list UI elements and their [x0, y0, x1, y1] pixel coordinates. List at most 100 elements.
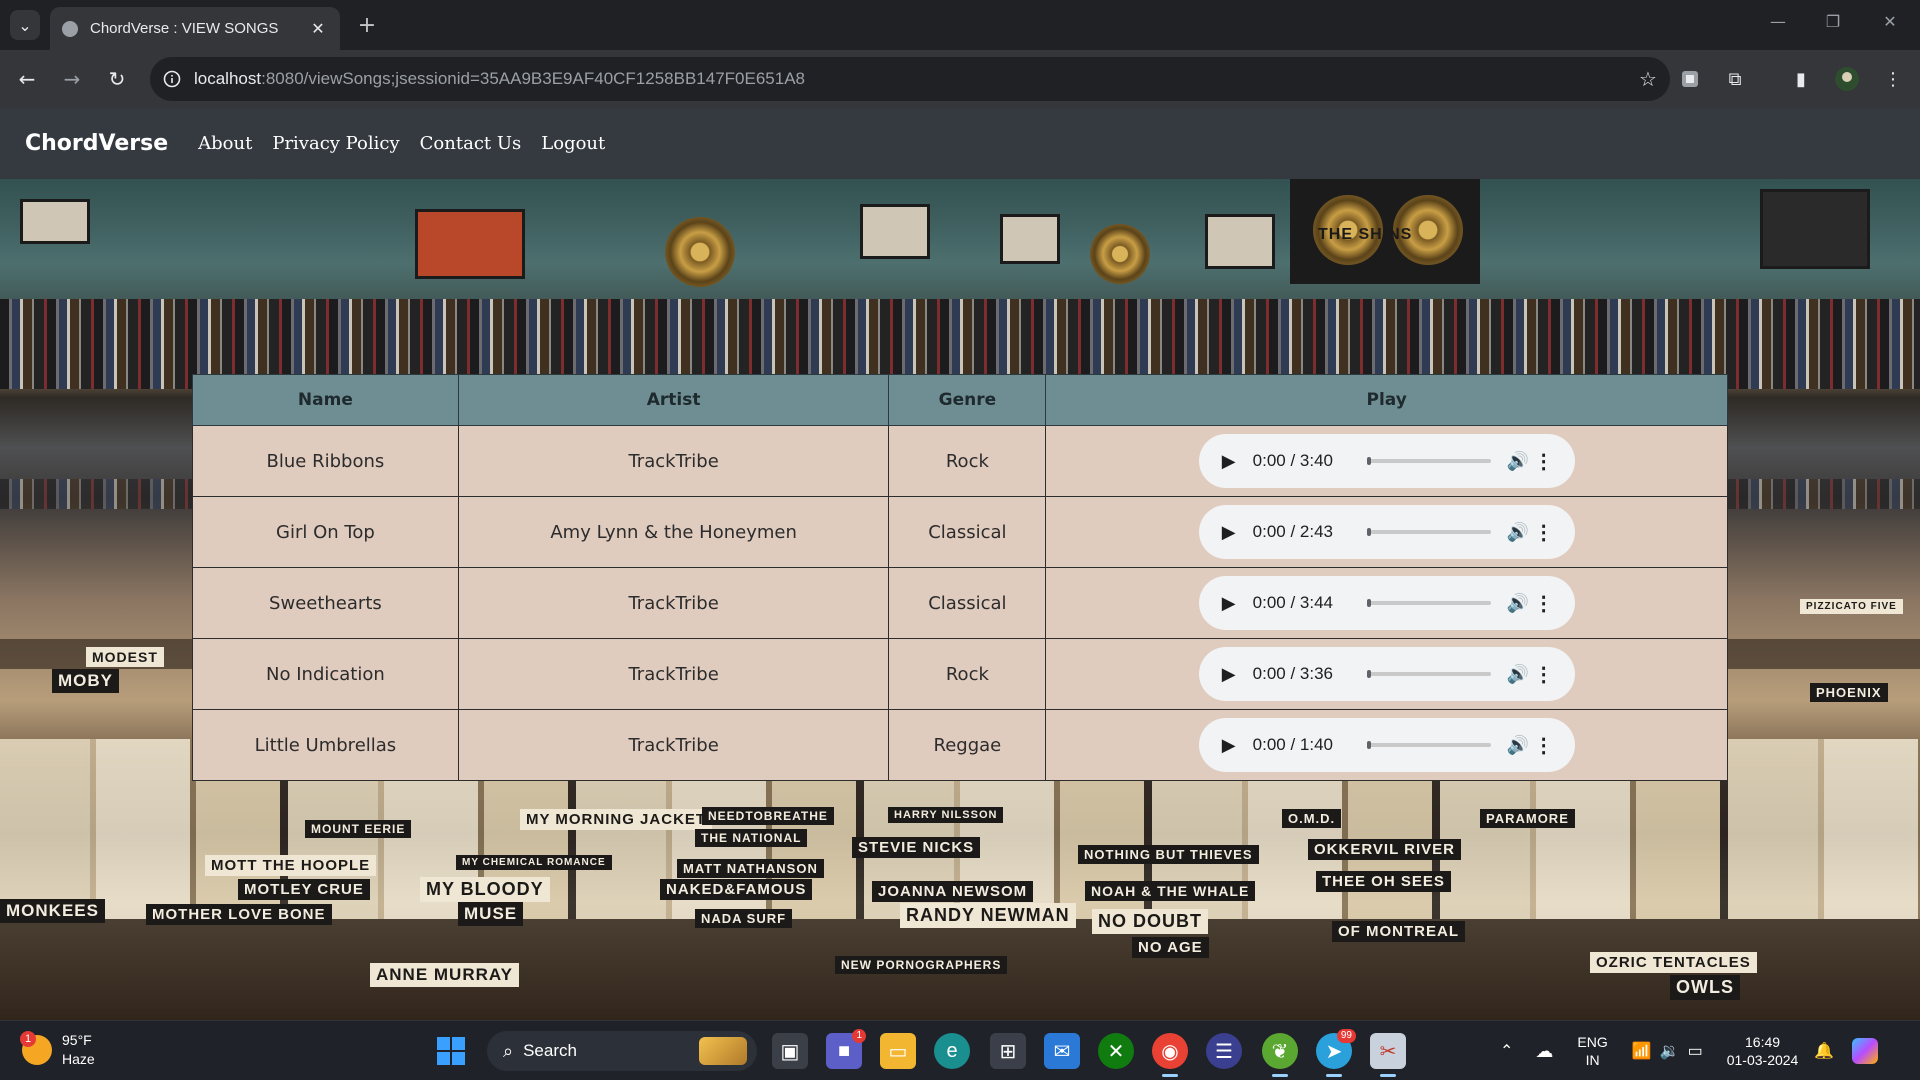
song-genre: Classical: [888, 496, 1047, 568]
more-options-icon[interactable]: ⋮: [1531, 662, 1557, 687]
divider-card: THE SHINS: [1318, 226, 1413, 243]
tab-close-icon[interactable]: ✕: [308, 19, 328, 38]
song-artist: TrackTribe: [457, 709, 890, 781]
play-icon[interactable]: ▶: [1217, 593, 1241, 614]
forward-icon[interactable]: →: [57, 64, 87, 94]
side-panel-icon[interactable]: ▮: [1786, 64, 1816, 94]
browser-tab[interactable]: ChordVerse : VIEW SONGS ✕: [50, 7, 340, 50]
nav-link-about[interactable]: About: [198, 133, 252, 154]
taskbar-search-label: Search: [523, 1041, 577, 1060]
play-icon[interactable]: ▶: [1217, 522, 1241, 543]
seek-knob[interactable]: [1366, 670, 1371, 678]
nav-link-logout[interactable]: Logout: [541, 133, 605, 154]
volume-icon[interactable]: 🔊: [1505, 593, 1531, 614]
mail-icon[interactable]: ✉: [1044, 1033, 1080, 1069]
seek-knob[interactable]: [1366, 528, 1371, 536]
site-info-icon[interactable]: [150, 57, 194, 101]
weather-temp: 95°F: [62, 1032, 92, 1048]
more-options-icon[interactable]: ⋮: [1531, 449, 1557, 474]
brand-logo[interactable]: ChordVerse: [25, 131, 168, 156]
seek-knob[interactable]: [1366, 741, 1371, 749]
window-close-icon[interactable]: ✕: [1870, 12, 1910, 31]
seek-slider[interactable]: [1366, 670, 1491, 678]
url-host: localhost: [194, 69, 262, 88]
weather-widget[interactable]: 1 95°F Haze: [20, 1031, 95, 1069]
volume-icon[interactable]: 🔊: [1505, 451, 1531, 472]
telegram-icon[interactable]: ➤ 99: [1316, 1029, 1356, 1077]
song-genre: Rock: [888, 638, 1047, 710]
eclipse-icon[interactable]: ☰: [1206, 1033, 1242, 1069]
seek-knob[interactable]: [1366, 457, 1371, 465]
file-explorer-icon[interactable]: ▭: [880, 1033, 916, 1069]
more-options-icon[interactable]: ⋮: [1531, 520, 1557, 545]
task-view-icon[interactable]: ▣: [772, 1033, 808, 1069]
puzzle-extensions-icon[interactable]: ⧉: [1720, 64, 1750, 94]
volume-icon[interactable]: 🔊: [1505, 522, 1531, 543]
seek-slider[interactable]: [1366, 457, 1491, 465]
play-icon[interactable]: ▶: [1217, 664, 1241, 685]
tab-search-button[interactable]: ⌄: [10, 10, 40, 40]
weather-badge: 1: [20, 1031, 36, 1047]
play-icon[interactable]: ▶: [1217, 451, 1241, 472]
minimize-icon[interactable]: —: [1758, 12, 1798, 31]
seek-slider[interactable]: [1366, 741, 1491, 749]
divider-card: PHOENIX: [1810, 683, 1888, 702]
seek-knob[interactable]: [1366, 599, 1371, 607]
onedrive-cloud-icon[interactable]: ☁: [1535, 1041, 1553, 1062]
tab-title: ChordVerse : VIEW SONGS: [90, 20, 279, 37]
seek-slider[interactable]: [1366, 528, 1491, 536]
divider-card: MOTT THE HOOPLE: [205, 855, 377, 876]
bookmark-star-icon[interactable]: ☆: [1626, 67, 1670, 91]
song-name: Little Umbrellas: [192, 709, 459, 781]
battery-icon[interactable]: ▭: [1688, 1041, 1703, 1061]
snipping-tool-icon[interactable]: ✂: [1370, 1033, 1406, 1077]
extension-icon[interactable]: [1675, 64, 1705, 94]
volume-icon[interactable]: 🔊: [1505, 664, 1531, 685]
divider-card: HARRY NILSSON: [888, 807, 1004, 823]
wifi-icon[interactable]: 📶: [1632, 1041, 1652, 1061]
url-path: :8080/viewSongs;jsessionid=35AA9B3E9AF40…: [261, 69, 806, 88]
site-navbar: ChordVerse About Privacy Policy Contact …: [0, 108, 1920, 179]
song-genre: Reggae: [888, 709, 1047, 781]
edge-icon[interactable]: e: [934, 1033, 970, 1069]
teams-icon[interactable]: ■ 1: [826, 1029, 866, 1069]
new-tab-button[interactable]: +: [352, 10, 382, 40]
seek-slider[interactable]: [1366, 599, 1491, 607]
speaker-icon[interactable]: 🔉: [1660, 1041, 1680, 1061]
song-genre: Rock: [888, 425, 1047, 497]
clock[interactable]: 16:49 01-03-2024: [1727, 1033, 1799, 1069]
spring-tool-icon[interactable]: ❦: [1262, 1033, 1298, 1077]
system-tray: ⌃ ☁ ENG IN 📶 🔉 ▭ 16:49 01-03-2024 🔔: [1500, 1021, 1879, 1080]
notification-bell-icon[interactable]: 🔔: [1814, 1041, 1834, 1061]
telegram-badge: 99: [1336, 1029, 1356, 1043]
more-options-icon[interactable]: ⋮: [1531, 733, 1557, 758]
play-icon[interactable]: ▶: [1217, 735, 1241, 756]
copilot-icon[interactable]: [1852, 1038, 1879, 1064]
gold-record: [665, 217, 735, 287]
divider-card: THE NATIONAL: [695, 829, 808, 847]
search-icon: ⌕: [503, 1040, 514, 1061]
taskbar-search[interactable]: ⌕ Search: [487, 1031, 757, 1071]
restore-icon[interactable]: ❐: [1813, 12, 1853, 31]
more-options-icon[interactable]: ⋮: [1531, 591, 1557, 616]
xbox-icon[interactable]: ✕: [1098, 1033, 1134, 1069]
menu-kebab-icon[interactable]: ⋮: [1878, 64, 1908, 94]
reload-icon[interactable]: ↻: [102, 64, 132, 94]
microsoft-store-icon[interactable]: ⊞: [990, 1033, 1026, 1069]
wall-frame: [860, 204, 930, 259]
divider-card: MOTLEY CRUE: [238, 879, 370, 900]
profile-avatar[interactable]: [1832, 64, 1862, 94]
windows-start-icon[interactable]: [437, 1037, 465, 1065]
nav-link-contact-us[interactable]: Contact Us: [420, 133, 522, 154]
browser-tab-bar: ⌄ ChordVerse : VIEW SONGS ✕ + — ❐ ✕: [0, 0, 1920, 50]
chrome-icon[interactable]: ◉: [1152, 1033, 1188, 1077]
nav-link-privacy-policy[interactable]: Privacy Policy: [272, 133, 399, 154]
volume-icon[interactable]: 🔊: [1505, 735, 1531, 756]
divider-card: MY MORNING JACKET: [520, 809, 713, 830]
language-indicator[interactable]: ENG IN: [1577, 1033, 1607, 1069]
url-text: localhost:8080/viewSongs;jsessionid=35AA…: [194, 69, 1626, 89]
address-bar[interactable]: localhost:8080/viewSongs;jsessionid=35AA…: [150, 57, 1670, 101]
back-icon[interactable]: ←: [12, 64, 42, 94]
show-hidden-icons-chevron-up-icon[interactable]: ⌃: [1500, 1041, 1513, 1061]
audio-player: ▶ 0:00 / 2:43 🔊 ⋮: [1198, 505, 1575, 559]
